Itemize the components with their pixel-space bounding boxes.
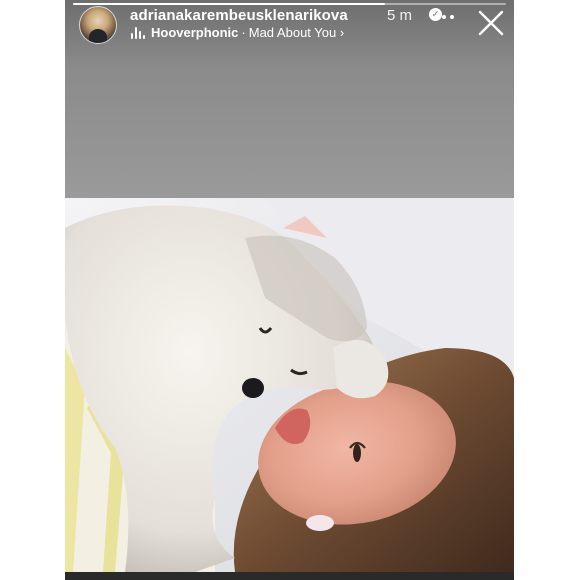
username-link[interactable]: adrianakarembeusklenarikova: [130, 7, 348, 24]
profile-avatar[interactable]: [79, 6, 117, 44]
music-bars-icon: [131, 27, 145, 39]
song-link[interactable]: Hooverphonic · Mad About You ›: [151, 25, 344, 40]
story-bottom-edge: [65, 572, 514, 580]
chevron-right-icon: ›: [339, 25, 345, 40]
song-title: Mad About You: [248, 25, 337, 40]
story-viewer: adrianakarembeusklenarikova ✓ 5 m Hoover…: [65, 0, 514, 580]
story-photo[interactable]: [65, 198, 514, 572]
song-artist: Hooverphonic: [151, 25, 239, 40]
song-separator: ·: [241, 25, 246, 40]
story-header: adrianakarembeusklenarikova ✓ 5 m Hoover…: [65, 0, 514, 50]
close-icon[interactable]: [477, 9, 505, 37]
more-options-icon[interactable]: [434, 9, 458, 23]
post-time: 5 m: [387, 7, 413, 24]
